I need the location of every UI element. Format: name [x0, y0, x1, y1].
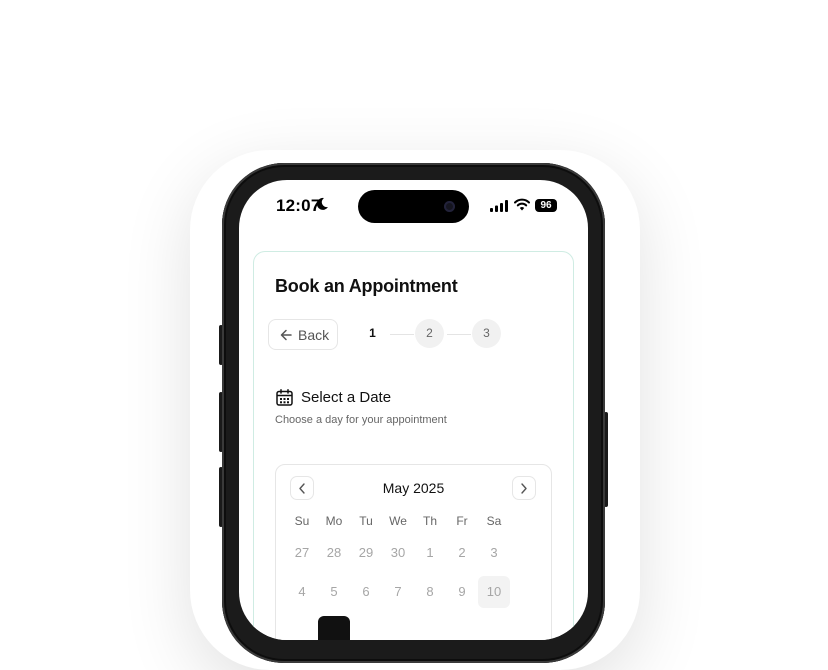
weekday-label: Sa	[486, 514, 502, 528]
calendar-day[interactable]: 4	[286, 576, 318, 608]
calendar-day-today[interactable]: 10	[478, 576, 510, 608]
status-time: 12:07	[276, 196, 321, 215]
section-title: Select a Date	[301, 389, 392, 406]
weekday-label: Tu	[359, 514, 373, 528]
chevron-left-icon	[299, 483, 305, 494]
battery-indicator: 96	[535, 199, 557, 212]
booking-card: Book an Appointment Back 1 2 3 Select a …	[253, 251, 574, 640]
step-1: 1	[369, 326, 376, 340]
weekday-label: We	[389, 514, 407, 528]
chevron-right-icon	[521, 483, 527, 494]
section-subtitle: Choose a day for your appointment	[275, 414, 447, 426]
camera-icon	[444, 201, 455, 212]
calendar-day[interactable]: 7	[382, 576, 414, 608]
calendar-day-selected[interactable]	[318, 616, 350, 640]
weekday-label: Th	[422, 514, 437, 528]
wifi-icon	[514, 198, 530, 211]
calendar-month: May 2025	[382, 480, 445, 496]
step-connector	[447, 334, 471, 335]
weekday-label: Fr	[456, 514, 468, 528]
next-month-button[interactable]	[512, 476, 536, 500]
dynamic-island	[358, 190, 469, 223]
step-2: 2	[415, 319, 444, 348]
step-3: 3	[472, 319, 501, 348]
calendar-day[interactable]: 6	[350, 576, 382, 608]
calendar-day[interactable]: 3	[478, 537, 510, 569]
back-button[interactable]: Back	[268, 319, 338, 350]
calendar-day[interactable]: 27	[286, 537, 318, 569]
moon-icon	[316, 197, 328, 210]
calendar-day[interactable]: 5	[318, 576, 350, 608]
page-title: Book an Appointment	[275, 276, 458, 296]
calendar-icon	[276, 389, 293, 406]
calendar-day[interactable]: 2	[446, 537, 478, 569]
calendar-day[interactable]: 8	[414, 576, 446, 608]
weekday-label: Su	[294, 514, 310, 528]
date-calendar: May 2025 Su Mo Tu We Th Fr Sa 27 28 29 3…	[275, 464, 552, 640]
back-label: Back	[298, 327, 330, 343]
calendar-day[interactable]: 1	[414, 537, 446, 569]
weekday-label: Mo	[325, 514, 343, 528]
calendar-day[interactable]: 28	[318, 537, 350, 569]
calendar-day[interactable]: 30	[382, 537, 414, 569]
phone-screen: 12:07 96 Book an Appointment Back 1 2 3	[239, 180, 588, 640]
calendar-day[interactable]: 29	[350, 537, 382, 569]
prev-month-button[interactable]	[290, 476, 314, 500]
arrow-left-icon	[280, 329, 292, 341]
calendar-day[interactable]: 9	[446, 576, 478, 608]
signal-icon	[490, 200, 508, 212]
step-connector	[390, 334, 414, 335]
